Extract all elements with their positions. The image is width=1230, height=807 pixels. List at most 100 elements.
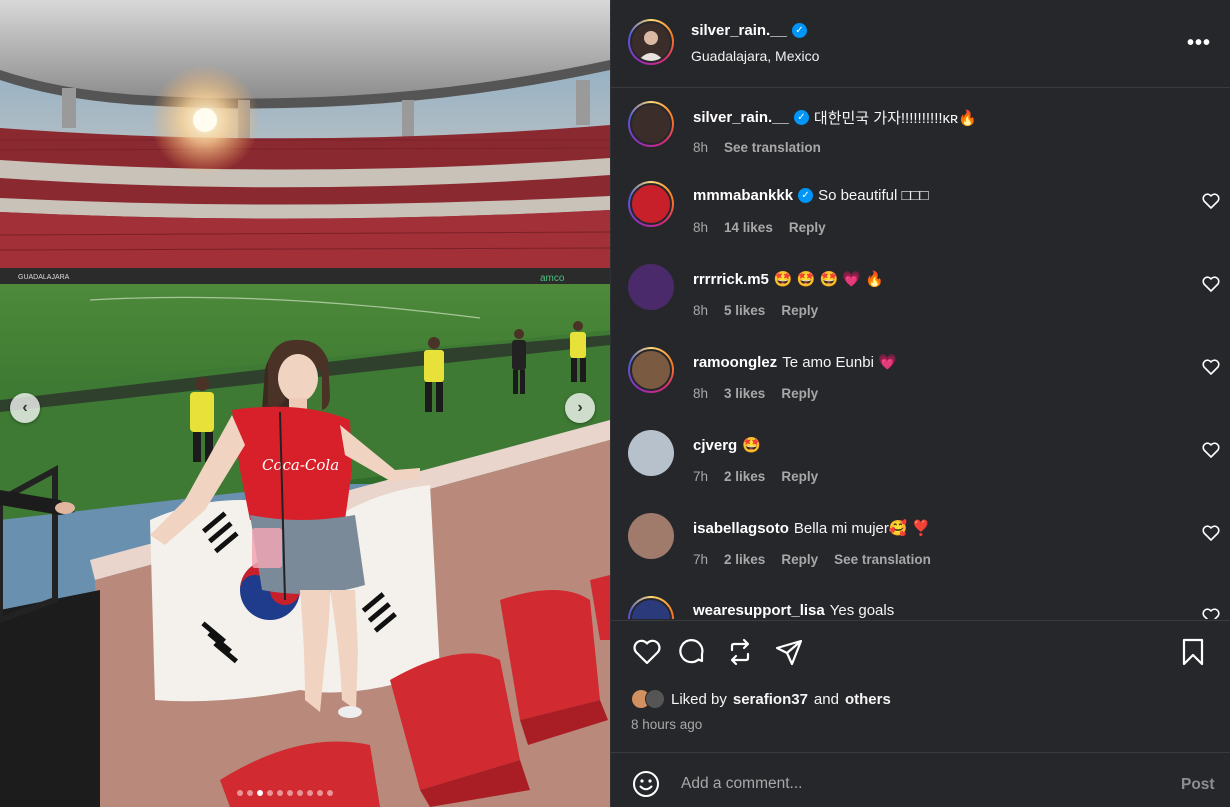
carousel-dot xyxy=(287,790,293,796)
commenter-avatar[interactable] xyxy=(628,430,674,476)
post-header: silver_rain.__ ✓ Guadalajara, Mexico ••• xyxy=(611,0,1230,88)
comment-body: wearesupport_lisa Yes goals xyxy=(693,602,894,619)
reply-button[interactable]: Reply xyxy=(781,386,818,401)
commenter-avatar[interactable] xyxy=(628,101,674,147)
comment-time[interactable]: 7h xyxy=(693,552,708,567)
reply-button[interactable]: Reply xyxy=(781,552,818,567)
comment-meta: 7h 2 likes Reply See translation xyxy=(693,552,931,567)
instagram-post-modal: GUADALAJARA amco Coca-Cola ‹ › silver_ra… xyxy=(0,0,1230,807)
commenter-avatar[interactable] xyxy=(628,264,674,310)
comment-row: rrrrrick.m5 🤩 🤩 🤩 💗 🔥 8h 5 likes Reply xyxy=(611,252,1230,332)
reply-button[interactable]: Reply xyxy=(781,303,818,318)
carousel-dot xyxy=(317,790,323,796)
comment-body: isabellagsoto Bella mi mujer🥰 ❣️ xyxy=(693,519,931,538)
liker-avatar xyxy=(645,689,665,709)
previous-slide-button[interactable]: ‹ xyxy=(10,393,40,423)
post-timestamp[interactable]: 8 hours ago xyxy=(631,717,702,732)
author-avatar[interactable] xyxy=(628,19,674,65)
commenter-avatar[interactable] xyxy=(628,347,674,393)
comment-row: mmmabankkk ✓ So beautiful □□□ 8h 14 likes Rep… xyxy=(611,169,1230,249)
comment-row: wearesupport_lisa Yes goals xyxy=(611,584,1230,619)
comment-text: 대한민국 가자!!!!!!!!!!ᴋʀ🔥 xyxy=(813,110,977,127)
comment-text: Te amo Eunbi 💗 xyxy=(782,354,897,371)
comment-time[interactable]: 8h xyxy=(693,140,708,155)
comment-like-heart-icon[interactable] xyxy=(1201,191,1221,211)
commenter-avatar[interactable] xyxy=(628,596,674,619)
comment-like-heart-icon[interactable] xyxy=(1201,274,1221,294)
comment-input[interactable] xyxy=(681,771,1131,797)
save-bookmark-icon[interactable] xyxy=(1177,636,1209,668)
liked-and-label: and xyxy=(813,690,839,708)
comment-like-heart-icon[interactable] xyxy=(1201,357,1221,377)
action-bar: Liked by serafion37 and others 8 hours a… xyxy=(611,620,1230,750)
commenter-avatar[interactable] xyxy=(628,181,674,227)
emoji-picker-icon[interactable] xyxy=(632,770,660,798)
see-translation-button[interactable]: See translation xyxy=(724,140,821,155)
comment-like-heart-icon[interactable] xyxy=(1201,523,1221,543)
commenter-username[interactable]: cjverg xyxy=(693,437,737,454)
commenter-username[interactable]: silver_rain.__ xyxy=(693,109,789,126)
comment-time[interactable]: 7h xyxy=(693,469,708,484)
liked-by-user[interactable]: serafion37 xyxy=(733,691,808,708)
comment-text: Bella mi mujer🥰 ❣️ xyxy=(793,520,931,537)
author-username-row[interactable]: silver_rain.__ ✓ xyxy=(691,22,807,39)
comment-time[interactable]: 8h xyxy=(693,220,708,235)
carousel-dot xyxy=(307,790,313,796)
post-media: GUADALAJARA amco Coca-Cola ‹ › xyxy=(0,0,610,807)
comment-bubble-icon[interactable] xyxy=(675,636,707,668)
share-send-icon[interactable] xyxy=(773,636,805,668)
commenter-username[interactable]: mmmabankkk xyxy=(693,187,793,204)
comment-row: isabellagsoto Bella mi mujer🥰 ❣️ 7h 2 likes… xyxy=(611,501,1230,581)
comment-meta: 8h 5 likes Reply xyxy=(693,303,818,318)
comment-body: silver_rain.__ ✓ 대한민국 가자!!!!!!!!!!ᴋʀ🔥 xyxy=(693,107,977,128)
comment-time[interactable]: 8h xyxy=(693,303,708,318)
comment-meta: 8h See translation xyxy=(693,140,821,155)
comment-text: 🤩 xyxy=(742,437,761,454)
svg-text:GUADALAJARA: GUADALAJARA xyxy=(18,274,70,281)
comment-row: cjverg 🤩 7h 2 likes Reply xyxy=(611,418,1230,498)
commenter-username[interactable]: wearesupport_lisa xyxy=(693,602,825,619)
carousel-dot xyxy=(247,790,253,796)
liker-avatars xyxy=(631,689,665,709)
comment-row: ramoonglez Te amo Eunbi 💗 8h 3 likes Reply xyxy=(611,335,1230,415)
liked-by-label: Liked by xyxy=(671,690,727,708)
carousel-dot xyxy=(297,790,303,796)
comment-likes[interactable]: 2 likes xyxy=(724,552,765,567)
next-slide-button[interactable]: › xyxy=(565,393,595,423)
comment-text: So beautiful □□□ xyxy=(818,187,929,204)
commenter-username[interactable]: rrrrrick.m5 xyxy=(693,271,769,288)
comment-likes[interactable]: 3 likes xyxy=(724,386,765,401)
commenter-username[interactable]: isabellagsoto xyxy=(693,520,789,537)
liked-others-link[interactable]: others xyxy=(845,691,891,708)
comment-body: mmmabankkk ✓ So beautiful □□□ xyxy=(693,187,929,204)
reply-button[interactable]: Reply xyxy=(789,220,826,235)
repost-icon[interactable] xyxy=(724,636,756,668)
commenter-username[interactable]: ramoonglez xyxy=(693,354,777,371)
stadium-photo: GUADALAJARA amco Coca-Cola xyxy=(0,0,610,807)
comment-row: silver_rain.__ ✓ 대한민국 가자!!!!!!!!!!ᴋʀ🔥 8h See… xyxy=(611,89,1230,169)
comment-time[interactable]: 8h xyxy=(693,386,708,401)
reply-button[interactable]: Reply xyxy=(781,469,818,484)
post-comment-button[interactable]: Post xyxy=(1181,776,1215,794)
comment-likes[interactable]: 5 likes xyxy=(724,303,765,318)
like-heart-icon[interactable] xyxy=(631,636,663,668)
comment-like-heart-icon[interactable] xyxy=(1201,440,1221,460)
carousel-dots xyxy=(237,790,333,796)
carousel-dot xyxy=(267,790,273,796)
post-sidebar: silver_rain.__ ✓ Guadalajara, Mexico •••… xyxy=(610,0,1230,807)
commenter-avatar[interactable] xyxy=(628,513,674,559)
see-translation-button[interactable]: See translation xyxy=(834,552,931,567)
comment-meta: 7h 2 likes Reply xyxy=(693,469,818,484)
comment-body: cjverg 🤩 xyxy=(693,436,761,455)
author-username[interactable]: silver_rain.__ xyxy=(691,22,787,39)
verified-badge-icon: ✓ xyxy=(793,110,809,125)
comment-text: 🤩 🤩 🤩 💗 🔥 xyxy=(773,271,884,288)
comment-like-heart-icon[interactable] xyxy=(1201,606,1221,619)
svg-text:Coca-Cola: Coca-Cola xyxy=(262,456,339,474)
verified-badge-icon: ✓ xyxy=(798,188,814,203)
comment-likes[interactable]: 14 likes xyxy=(724,220,773,235)
comment-likes[interactable]: 2 likes xyxy=(724,469,765,484)
more-options-icon[interactable]: ••• xyxy=(1187,32,1211,55)
carousel-dot xyxy=(327,790,333,796)
post-location[interactable]: Guadalajara, Mexico xyxy=(691,48,819,64)
